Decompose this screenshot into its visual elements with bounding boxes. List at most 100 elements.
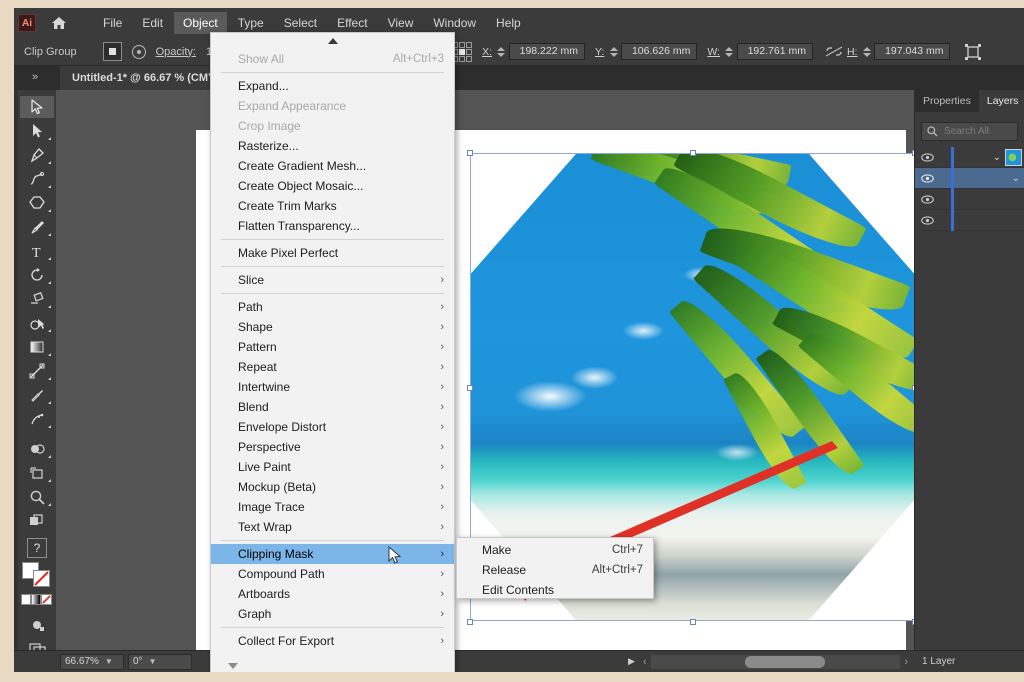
reference-point-icon[interactable] bbox=[452, 41, 473, 62]
shape-builder-tool[interactable] bbox=[20, 438, 54, 460]
menu-item-intertwine[interactable]: Intertwine › bbox=[211, 377, 454, 397]
help-tool-icon[interactable]: ? bbox=[27, 538, 47, 558]
layer-row[interactable]: ⌄ bbox=[915, 146, 1024, 168]
scroll-left-icon[interactable]: ‹ bbox=[643, 656, 647, 668]
scale-tool[interactable] bbox=[20, 360, 54, 382]
symbol-sprayer-tool[interactable] bbox=[20, 408, 54, 430]
menu-item-graph[interactable]: Graph › bbox=[211, 604, 454, 624]
menu-item-path[interactable]: Path › bbox=[211, 297, 454, 317]
eye-icon[interactable] bbox=[915, 152, 939, 162]
submenu-item-edit-contents[interactable]: Edit Contents bbox=[457, 580, 653, 600]
eyedropper-tool[interactable] bbox=[20, 384, 54, 406]
opacity-target-icon[interactable] bbox=[131, 44, 146, 59]
clipping-mask-submenu[interactable]: Make Ctrl+7 Release Alt+Ctrl+7 Edit Cont… bbox=[456, 537, 654, 599]
isolate-group-icon[interactable] bbox=[102, 42, 122, 61]
chevron-down-icon[interactable]: ⌄ bbox=[1012, 173, 1020, 184]
menu-type[interactable]: Type bbox=[229, 12, 273, 34]
menu-window[interactable]: Window bbox=[424, 12, 485, 34]
fill-stroke-swatches[interactable] bbox=[22, 562, 52, 588]
layer-row[interactable] bbox=[915, 188, 1024, 210]
stroke-swatch[interactable] bbox=[33, 570, 50, 587]
chevron-down-icon[interactable]: ⌄ bbox=[993, 152, 1001, 163]
chevron-down-icon[interactable]: ▼ bbox=[105, 657, 113, 666]
object-menu-dropdown[interactable]: Show All Alt+Ctrl+3 Expand... Expand App… bbox=[210, 32, 455, 672]
menu-item-envelope-distort[interactable]: Envelope Distort › bbox=[211, 417, 454, 437]
paintbrush-tool[interactable] bbox=[20, 216, 54, 238]
menu-item-rasterize[interactable]: Rasterize... bbox=[211, 136, 454, 156]
chevron-down-icon[interactable]: ▼ bbox=[149, 657, 157, 666]
menu-item-crop-image[interactable]: Crop Image bbox=[211, 116, 454, 136]
menu-object[interactable]: Object bbox=[174, 12, 227, 34]
menu-item-perspective[interactable]: Perspective › bbox=[211, 437, 454, 457]
eye-icon[interactable] bbox=[915, 173, 939, 183]
menu-item-repeat[interactable]: Repeat › bbox=[211, 357, 454, 377]
menu-item-artboards[interactable]: Artboards › bbox=[211, 584, 454, 604]
menu-item-shape[interactable]: Shape › bbox=[211, 317, 454, 337]
menu-item-live-paint[interactable]: Live Paint › bbox=[211, 457, 454, 477]
scroll-right-icon[interactable]: › bbox=[904, 656, 908, 668]
shape-tool[interactable] bbox=[20, 192, 54, 214]
w-stepper[interactable] bbox=[725, 46, 734, 57]
menu-scroll-down-icon[interactable] bbox=[211, 658, 255, 672]
menu-item-make-pixel-perfect[interactable]: Make Pixel Perfect bbox=[211, 243, 454, 263]
menu-item-clipping-mask[interactable]: Clipping Mask › bbox=[211, 544, 454, 564]
selection-tool[interactable] bbox=[20, 96, 54, 118]
layer-row[interactable] bbox=[915, 209, 1024, 231]
menu-item-compound-path[interactable]: Compound Path › bbox=[211, 564, 454, 584]
layers-search-field[interactable]: Search All bbox=[921, 122, 1018, 141]
illustrator-logo-icon[interactable]: Ai bbox=[18, 14, 36, 32]
link-proportions-icon[interactable] bbox=[825, 45, 843, 59]
collapse-panel-icon[interactable]: » bbox=[32, 71, 38, 83]
scrollbar-thumb[interactable] bbox=[745, 655, 826, 668]
type-tool[interactable]: T bbox=[20, 240, 54, 262]
menu-scroll-up-icon[interactable] bbox=[211, 33, 454, 49]
curvature-tool[interactable] bbox=[20, 168, 54, 190]
menu-select[interactable]: Select bbox=[275, 12, 326, 34]
home-icon[interactable] bbox=[46, 12, 72, 34]
menu-item-flatten-transparency[interactable]: Flatten Transparency... bbox=[211, 216, 454, 236]
pen-tool[interactable] bbox=[20, 144, 54, 166]
menu-item-create-object-mosaic[interactable]: Create Object Mosaic... bbox=[211, 176, 454, 196]
menu-help[interactable]: Help bbox=[487, 12, 530, 34]
submenu-item-make[interactable]: Make Ctrl+7 bbox=[457, 540, 653, 560]
horizontal-scrollbar[interactable] bbox=[650, 654, 901, 669]
artboard-next-icon[interactable]: ▶ bbox=[628, 656, 635, 667]
color-mode-row[interactable] bbox=[21, 594, 53, 606]
menu-item-show-all[interactable]: Show All Alt+Ctrl+3 bbox=[211, 49, 454, 69]
zoom-tool[interactable] bbox=[20, 486, 54, 508]
eye-icon[interactable] bbox=[915, 194, 939, 204]
menu-item-pattern[interactable]: Pattern › bbox=[211, 337, 454, 357]
document-tab[interactable]: Untitled-1* @ 66.67 % (CMY bbox=[60, 66, 228, 90]
y-stepper[interactable] bbox=[609, 46, 618, 57]
drawing-mode-icon[interactable] bbox=[20, 614, 54, 636]
transform-icon[interactable] bbox=[964, 43, 982, 61]
artboard-tool[interactable] bbox=[20, 462, 54, 484]
tab-layers[interactable]: Layers bbox=[978, 90, 1024, 112]
x-stepper[interactable] bbox=[497, 46, 506, 57]
shaper-tool[interactable] bbox=[20, 312, 54, 334]
direct-selection-tool[interactable] bbox=[20, 120, 54, 142]
menu-item-text-wrap[interactable]: Text Wrap › bbox=[211, 517, 454, 537]
menu-item-blend[interactable]: Blend › bbox=[211, 397, 454, 417]
gradient-tool[interactable] bbox=[20, 336, 54, 358]
layer-row[interactable]: ⌄ bbox=[915, 167, 1024, 189]
eye-icon[interactable] bbox=[915, 215, 939, 225]
menu-edit[interactable]: Edit bbox=[133, 12, 172, 34]
menu-item-create-trim-marks[interactable]: Create Trim Marks bbox=[211, 196, 454, 216]
w-field[interactable]: 192.761 mm bbox=[736, 43, 813, 60]
menu-item-expand-appearance[interactable]: Expand Appearance bbox=[211, 96, 454, 116]
menu-item-slice[interactable]: Slice › bbox=[211, 270, 454, 290]
menu-file[interactable]: File bbox=[94, 12, 131, 34]
h-stepper[interactable] bbox=[862, 46, 871, 57]
zoom-level-field[interactable]: 66.67% ▼ bbox=[60, 653, 124, 670]
menu-item-collect-for-export[interactable]: Collect For Export › bbox=[211, 631, 454, 651]
layer-thumbnail[interactable] bbox=[1005, 148, 1022, 166]
eraser-tool[interactable] bbox=[20, 288, 54, 310]
menu-effect[interactable]: Effect bbox=[328, 12, 376, 34]
x-field[interactable]: 198.222 mm bbox=[508, 43, 585, 60]
submenu-item-release[interactable]: Release Alt+Ctrl+7 bbox=[457, 560, 653, 580]
rotate-tool[interactable] bbox=[20, 264, 54, 286]
menu-item-image-trace[interactable]: Image Trace › bbox=[211, 497, 454, 517]
menu-view[interactable]: View bbox=[379, 12, 423, 34]
menu-item-create-gradient-mesh[interactable]: Create Gradient Mesh... bbox=[211, 156, 454, 176]
